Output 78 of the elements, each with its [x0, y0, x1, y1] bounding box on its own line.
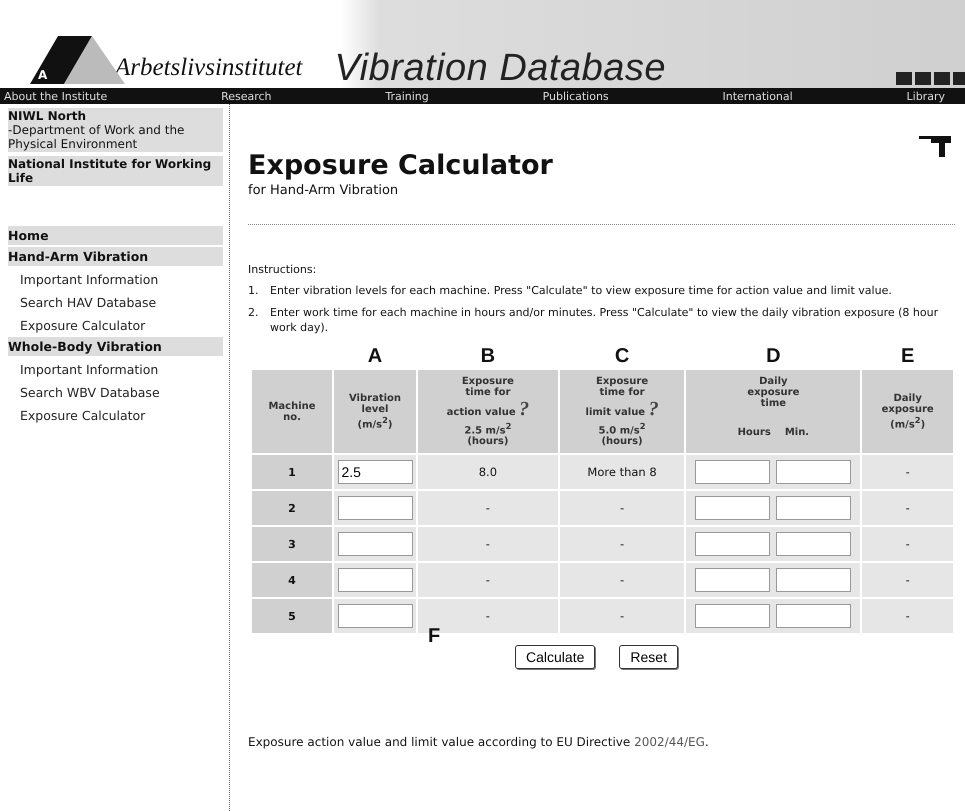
vibration-level-field[interactable] [338, 496, 412, 520]
hours-field[interactable] [695, 604, 770, 628]
limit-time-cell: - [560, 527, 684, 562]
minutes-field[interactable] [776, 496, 852, 520]
instructions-label: Instructions: [248, 263, 318, 276]
menu-heading[interactable]: Hand-Arm Vibration [8, 247, 223, 266]
column-header: Vibration level (m/s$^{2}$) [334, 370, 416, 454]
step-number: 2. [248, 306, 260, 322]
vibration-level-field[interactable] [338, 568, 412, 592]
limit-time-cell: More than 8 [560, 455, 684, 490]
vibration-level-field[interactable] [338, 532, 412, 556]
menu-item[interactable]: Search WBV Database [20, 381, 229, 404]
column-subheader: Min. [784, 426, 810, 438]
action-time-cell: - [418, 527, 558, 562]
machine-number: 2 [252, 491, 332, 526]
daily-exposure-cell: - [862, 599, 953, 634]
directive-note: Exposure action value and limit value according to EU Directive 2002/44/EG. [248, 735, 710, 750]
menu-heading[interactable]: Whole-Body Vibration [8, 337, 223, 356]
minutes-field[interactable] [776, 460, 852, 484]
column-subheader: Hours [738, 426, 771, 438]
machine-number: 1 [252, 455, 332, 490]
vibration-level-field[interactable]: 2.5 [338, 460, 412, 484]
daily-exposure-cell: - [862, 563, 953, 598]
hours-field[interactable] [695, 532, 770, 556]
nav-link[interactable]: Publications [542, 90, 609, 102]
hours-field[interactable] [695, 568, 770, 592]
machine-number: 4 [252, 563, 332, 598]
column-letter: C [614, 344, 630, 367]
menu-item[interactable]: Important Information [20, 358, 229, 381]
nav-link[interactable]: International [722, 90, 793, 102]
vibration-level-field[interactable] [338, 604, 412, 628]
hours-field[interactable] [695, 496, 770, 520]
action-time-cell: 8.0 [418, 455, 558, 490]
daily-exposure-cell: - [862, 455, 953, 490]
minutes-field[interactable] [776, 604, 852, 628]
instruction-text: Enter work time for each machine in hours and/or minutes. Press "Calculate" to view the daily vibration exposure (8 hour work day). [270, 306, 940, 335]
instruction-text: Enter vibration levels for each machine. Press "Calculate" to view exposure time for action value and limit value. [270, 284, 892, 298]
form-button[interactable]: Calculate [515, 645, 596, 670]
column-header: Daily exposure (m/s$^{2}$) [862, 370, 953, 454]
menu-heading[interactable]: Home [8, 226, 223, 245]
daily-exposure-cell: - [862, 491, 953, 526]
institute-name: Arbetslivsinstitutet [115, 54, 302, 82]
menu-item[interactable]: Search HAV Database [20, 291, 229, 314]
step-number: 1. [248, 284, 260, 298]
column-letter: B [480, 344, 496, 367]
limit-time-cell: - [560, 563, 684, 598]
daily-exposure-cell: - [862, 527, 953, 562]
directive-link[interactable]: 2002/44/EG [634, 735, 705, 750]
column-header: Daily exposure time [746, 376, 800, 409]
form-button[interactable]: Reset [619, 645, 678, 670]
machine-number: 3 [252, 527, 332, 562]
column-header: Exposure time for action value ? 2.5 m/s$^{2}$ (hours) [418, 370, 558, 454]
org-heading: National Institute for Working Life [8, 157, 212, 185]
limit-time-cell: - [560, 491, 684, 526]
org-department: -Department of Work and the Physical Environment [8, 123, 186, 151]
column-letter: E [901, 344, 914, 367]
org-heading: NIWL North [8, 109, 88, 123]
nav-link[interactable]: About the Institute [4, 90, 108, 102]
limit-time-cell: - [560, 599, 684, 634]
hours-field[interactable] [695, 460, 770, 484]
page-title: Exposure Calculator [248, 150, 554, 181]
nav-link[interactable]: Library [906, 90, 945, 102]
column-header: Exposure time for limit value ? 5.0 m/s$^{2}$ (hours) [560, 370, 684, 454]
minutes-field[interactable] [776, 532, 852, 556]
minutes-field[interactable] [776, 568, 852, 592]
action-time-cell: - [418, 491, 558, 526]
column-letter: A [368, 344, 382, 367]
machine-number: 5 [252, 599, 332, 634]
nav-link[interactable]: Training [385, 90, 429, 102]
action-time-cell: - [418, 563, 558, 598]
column-header: Machine no. [252, 370, 332, 454]
nav-link[interactable]: Research [221, 90, 272, 102]
menu-item[interactable]: Exposure Calculator [20, 404, 229, 427]
menu-item[interactable]: Exposure Calculator [20, 314, 229, 337]
menu-item[interactable]: Important Information [20, 268, 229, 291]
page-subtitle: for Hand-Arm Vibration [248, 183, 400, 198]
column-letter: D [766, 344, 781, 367]
site-title: Vibration Database [334, 47, 666, 90]
